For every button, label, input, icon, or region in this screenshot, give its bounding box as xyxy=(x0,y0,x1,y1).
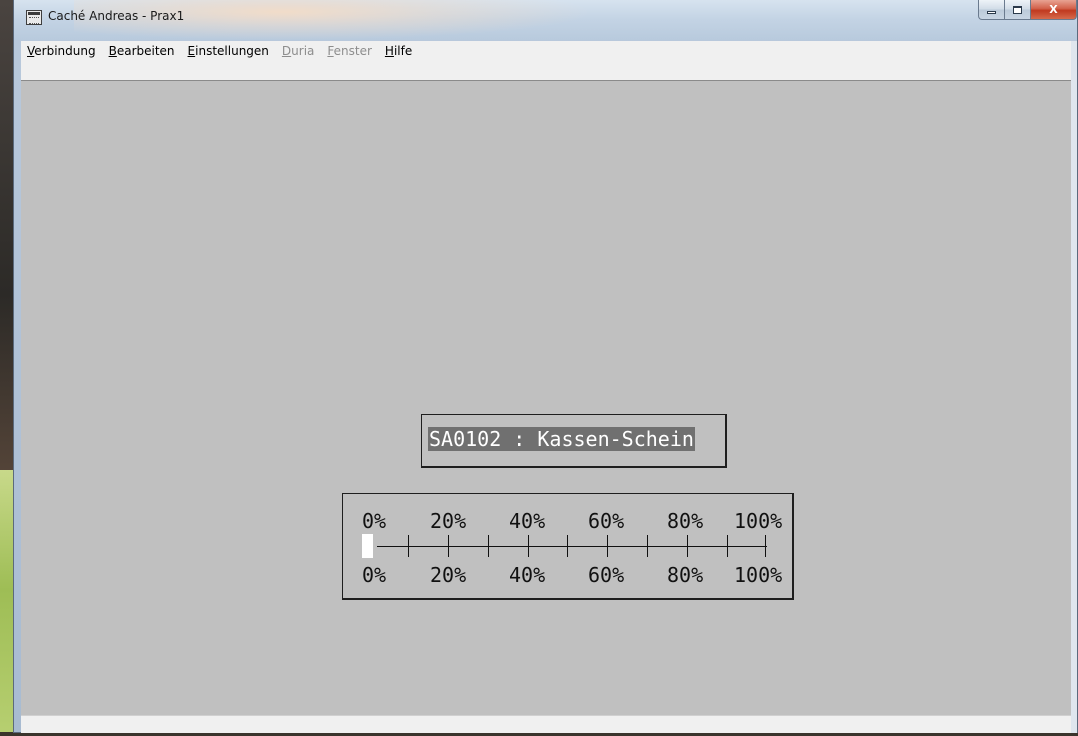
status-bar xyxy=(21,715,1072,733)
terminal-screen[interactable]: SA0102 : Kassen-Schein 0% 20% 40% 60% 80… xyxy=(21,80,1072,716)
minimize-button[interactable] xyxy=(978,0,1005,20)
progress-fill xyxy=(362,534,373,558)
scale-tick xyxy=(687,535,688,557)
minimize-icon xyxy=(987,11,996,14)
scale-tick xyxy=(567,535,568,557)
menu-duria[interactable]: Duria xyxy=(276,44,321,58)
scale-label-top: 80% xyxy=(667,509,704,533)
form-title-box: SA0102 : Kassen-Schein xyxy=(421,414,727,468)
maximize-button[interactable] xyxy=(1005,0,1031,20)
scale-label-top: 100% xyxy=(734,509,783,533)
scale-label-bottom: 20% xyxy=(430,563,467,587)
window-right-frame xyxy=(1071,41,1077,733)
scale-label-top: 60% xyxy=(588,509,625,533)
window-controls: X xyxy=(978,0,1077,20)
terminal-app-icon[interactable] xyxy=(26,10,42,25)
menu-hilfe[interactable]: Hilfe xyxy=(379,44,419,58)
menu-verbindung[interactable]: Verbindung xyxy=(21,44,103,58)
scale-label-top: 20% xyxy=(430,509,467,533)
scale-tick xyxy=(408,535,409,557)
scale-label-bottom: 100% xyxy=(734,563,783,587)
scale-label-top: 40% xyxy=(509,509,546,533)
menu-fenster[interactable]: Fenster xyxy=(321,44,379,58)
title-bar[interactable]: Caché Andreas - Prax1 X xyxy=(14,0,1077,40)
close-button[interactable]: X xyxy=(1031,0,1077,20)
scale-label-bottom: 80% xyxy=(667,563,704,587)
scale-tick xyxy=(607,535,608,557)
menu-einstellungen[interactable]: Einstellungen xyxy=(182,44,276,58)
form-title: SA0102 : Kassen-Schein xyxy=(428,427,695,451)
tool-strip xyxy=(21,61,1072,81)
close-icon: X xyxy=(1049,3,1058,16)
scale-tick xyxy=(647,535,648,557)
app-window: Caché Andreas - Prax1 X Verbindung Bearb… xyxy=(13,0,1078,733)
scale-label-top: 0% xyxy=(362,509,387,533)
scale-label-bottom: 40% xyxy=(509,563,546,587)
scale-tick xyxy=(488,535,489,557)
scale-tick xyxy=(528,535,529,557)
scale-label-bottom: 60% xyxy=(588,563,625,587)
maximize-icon xyxy=(1013,5,1022,14)
progress-box: 0% 20% 40% 60% 80% 100% 0% 20% 40% 60% 8… xyxy=(342,493,794,600)
scale-label-bottom: 0% xyxy=(362,563,387,587)
menu-bar: Verbindung Bearbeiten Einstellungen Duri… xyxy=(21,41,1072,61)
menu-bearbeiten[interactable]: Bearbeiten xyxy=(103,44,182,58)
scale-tick xyxy=(448,535,449,557)
progress-scale-track xyxy=(377,546,767,547)
window-title: Caché Andreas - Prax1 xyxy=(48,9,185,23)
scale-tick xyxy=(727,535,728,557)
scale-tick xyxy=(765,535,766,557)
